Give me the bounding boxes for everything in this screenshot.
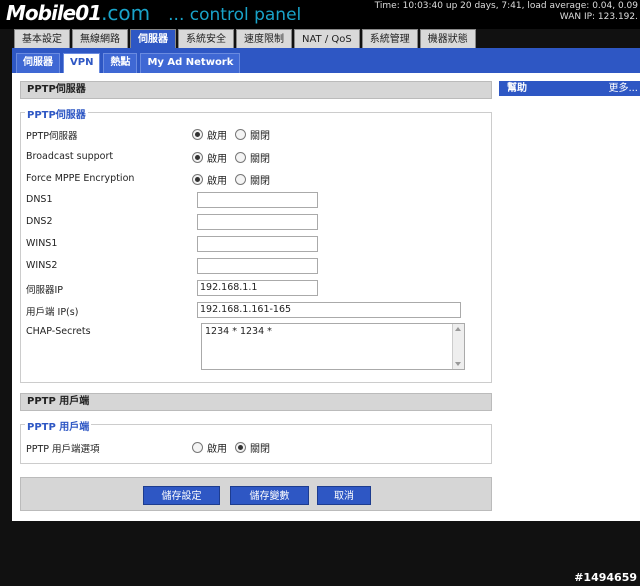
pptp-server-section-header: PPTP伺服器	[20, 81, 492, 99]
radio-label-on: 啟用	[207, 176, 227, 187]
wins2-input[interactable]	[197, 258, 318, 274]
broadcast-support-label: Broadcast support	[26, 151, 114, 162]
pptp-server-enable-on-radio[interactable]	[192, 129, 203, 140]
help-panel-header: 幫助 更多...	[499, 81, 640, 96]
logo: Mobile01.com ... control panel	[6, 1, 301, 25]
logo-brand: Mobile01	[6, 1, 102, 25]
radio-label-off: 關閉	[250, 444, 270, 455]
header-bar: Mobile01.com ... control panel Time: 10:0…	[0, 0, 640, 29]
force-mppe-row: Force MPPE Encryption 啟用 關閉	[20, 171, 480, 189]
pptp-client-section-header: PPTP 用戶端	[20, 393, 492, 411]
tab-security[interactable]: 系統安全	[178, 29, 234, 48]
subtab-services[interactable]: 伺服器	[16, 53, 60, 73]
mppe-off-radio[interactable]	[235, 174, 246, 185]
tab-nat-qos[interactable]: NAT / QoS	[294, 29, 360, 48]
tab-status[interactable]: 機器狀態	[419, 29, 476, 48]
pptp-server-legend: PPTP伺服器	[25, 106, 88, 121]
radio-label-on: 啟用	[207, 154, 227, 165]
radio-label-off: 關閉	[250, 154, 270, 165]
tab-speed-limit[interactable]: 速度限制	[236, 29, 292, 48]
pptp-client-option-label: PPTP 用戶端選項	[26, 444, 100, 455]
mppe-on-radio[interactable]	[192, 174, 203, 185]
client-ip-label: 用戶端 IP(s)	[26, 307, 79, 318]
scroll-up-icon[interactable]	[455, 327, 461, 331]
broadcast-support-row: Broadcast support 啟用 關閉	[20, 149, 480, 167]
pptp-client-on-radio[interactable]	[192, 442, 203, 453]
tab-services[interactable]: 伺服器	[130, 29, 176, 48]
dns2-label: DNS2	[26, 216, 53, 227]
save-button[interactable]: 儲存設定	[143, 486, 220, 505]
radio-label-off: 關閉	[250, 176, 270, 187]
system-uptime: Time: 10:03:40 up 20 days, 7:41, load av…	[374, 1, 638, 11]
wins1-label: WINS1	[26, 238, 58, 249]
wan-ip: WAN IP: 123.192.	[559, 12, 638, 22]
pptp-server-enable-row: PPTP伺服器 啟用 關閉	[20, 126, 480, 144]
content-panel: PPTP伺服器 PPTP伺服器 PPTP伺服器 啟用 關閉 Broadcast …	[12, 73, 640, 521]
wins2-row: WINS2	[20, 258, 480, 276]
dns1-input[interactable]	[197, 192, 318, 208]
button-bar: 儲存設定 儲存變數 取消	[20, 477, 492, 511]
logo-panel-text: ... control panel	[168, 5, 302, 25]
chap-secrets-value: 1234 * 1234 *	[205, 326, 272, 337]
help-title: 幫助	[507, 83, 527, 94]
dns2-row: DNS2	[20, 214, 480, 232]
scroll-down-icon[interactable]	[455, 362, 461, 366]
server-ip-label: 伺服器IP	[26, 285, 64, 296]
pptp-client-option-row: PPTP 用戶端選項 啟用 關閉	[20, 439, 480, 457]
dns1-row: DNS1	[20, 192, 480, 210]
pptp-client-legend: PPTP 用戶端	[25, 418, 92, 433]
server-ip-row: 伺服器IP 192.168.1.1	[20, 280, 480, 298]
client-ip-row: 用戶端 IP(s) 192.168.1.161-165	[20, 302, 480, 320]
wins1-input[interactable]	[197, 236, 318, 252]
radio-label-on: 啟用	[207, 131, 227, 142]
client-ip-input[interactable]: 192.168.1.161-165	[197, 302, 461, 318]
tab-administration[interactable]: 系統管理	[361, 29, 418, 48]
subtab-hotspot[interactable]: 熱點	[103, 53, 138, 73]
chap-scrollbar[interactable]	[452, 324, 464, 369]
tab-wireless[interactable]: 無線網路	[72, 29, 128, 48]
dns2-input[interactable]	[197, 214, 318, 230]
main-tab-bar: 基本設定 無線網路 伺服器 系統安全 速度限制 NAT / QoS 系統管理 機…	[14, 29, 476, 48]
watermark: #1494659	[574, 571, 637, 584]
dns1-label: DNS1	[26, 194, 53, 205]
wins1-row: WINS1	[20, 236, 480, 254]
system-info: Time: 10:03:40 up 20 days, 7:41, load av…	[375, 1, 638, 23]
wins2-label: WINS2	[26, 260, 58, 271]
chap-secrets-label: CHAP-Secrets	[26, 326, 91, 337]
pptp-client-off-radio[interactable]	[235, 442, 246, 453]
chap-secrets-textarea[interactable]: 1234 * 1234 *	[201, 323, 465, 370]
tab-basic-setup[interactable]: 基本設定	[14, 29, 70, 48]
pptp-server-enable-label: PPTP伺服器	[26, 131, 78, 142]
cancel-button[interactable]: 取消	[317, 486, 371, 505]
radio-label-off: 關閉	[250, 131, 270, 142]
apply-button[interactable]: 儲存變數	[230, 486, 309, 505]
help-more-link[interactable]: 更多...	[608, 81, 638, 96]
logo-tld: .com	[101, 1, 151, 25]
broadcast-on-radio[interactable]	[192, 152, 203, 163]
subtab-my-ad-network[interactable]: My Ad Network	[140, 53, 241, 73]
radio-label-on: 啟用	[207, 444, 227, 455]
broadcast-off-radio[interactable]	[235, 152, 246, 163]
force-mppe-label: Force MPPE Encryption	[26, 173, 135, 184]
subtab-vpn[interactable]: VPN	[63, 53, 101, 73]
server-ip-input[interactable]: 192.168.1.1	[197, 280, 318, 296]
pptp-server-enable-off-radio[interactable]	[235, 129, 246, 140]
sub-tab-bar: 伺服器 VPN 熱點 My Ad Network	[12, 48, 640, 73]
